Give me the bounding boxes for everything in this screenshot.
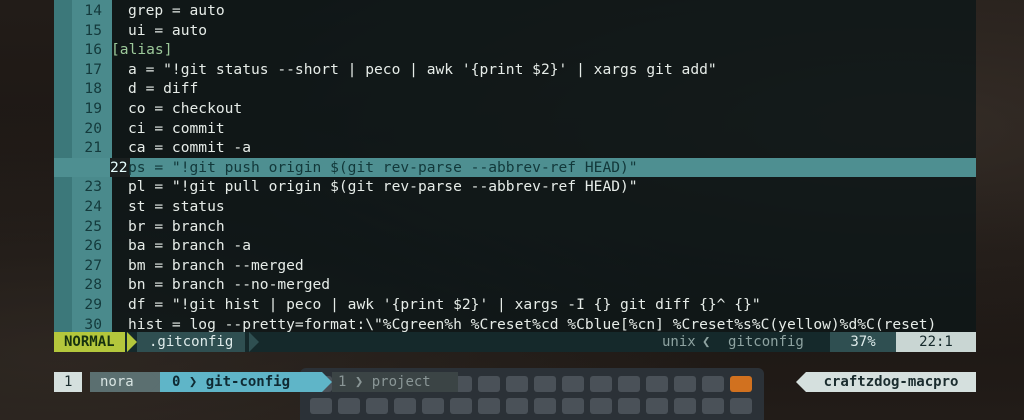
line-number: 15	[84, 21, 102, 39]
tmux-window-index: 1	[54, 372, 83, 392]
buffer-line[interactable]: 26 ba = branch -a	[54, 236, 976, 256]
buffer-line[interactable]: 20 ci = commit	[54, 119, 976, 139]
line-number: 24	[84, 198, 102, 215]
line-number: 18	[84, 80, 102, 98]
buffer-line[interactable]: 19 co = checkout	[54, 99, 976, 119]
keycap	[394, 398, 416, 414]
buffer-line[interactable]: 23 pl = "!git pull origin $(git rev-parse…	[54, 177, 976, 197]
line-number: 22	[110, 157, 130, 178]
line-number: 28	[84, 276, 102, 294]
line-text: pl = "!git pull origin $(git rev-parse -…	[128, 178, 638, 196]
tmux-active-window-name: git-config	[205, 374, 291, 390]
buffer-line[interactable]: 22 ps = "!git push origin $(git rev-parse…	[54, 157, 976, 178]
scroll-percent: 37%	[830, 332, 896, 352]
keycap	[534, 398, 556, 414]
line-text: ci = commit	[128, 119, 225, 137]
chevron-right-icon: ❯	[188, 374, 206, 390]
chevron-right-icon: ❯	[354, 374, 372, 390]
line-number: 20	[84, 119, 102, 137]
keycap	[450, 398, 472, 414]
vim-statusline: NORMAL .gitconfig unix ❮ gitconfig 37% 2…	[54, 332, 976, 352]
line-text: bn = branch --no-merged	[128, 276, 331, 294]
line-text: a = "!git status --short | peco | awk '{…	[128, 60, 717, 78]
powerline-arrow-icon	[249, 332, 259, 352]
filetype: gitconfig	[728, 334, 804, 350]
keycap	[674, 398, 696, 414]
tmux-active-window[interactable]: 0 ❯ git-config	[160, 372, 322, 392]
line-number: 19	[84, 100, 102, 117]
keycap	[366, 398, 388, 414]
line-text: br = branch	[128, 217, 225, 235]
vim-editor[interactable]: 14 grep = auto 15 ui = auto 16 [alias] 17 a = "…	[54, 0, 976, 333]
line-text: ca = commit -a	[128, 139, 252, 157]
mode-indicator: NORMAL	[54, 332, 125, 352]
keycap	[562, 398, 584, 414]
buffer-line[interactable]: 14 grep = auto	[54, 1, 976, 21]
powerline-arrow-icon	[322, 372, 332, 392]
tmux-active-window-index: 0	[172, 374, 181, 390]
line-text: ps = "!git push origin $(git rev-parse -…	[128, 158, 638, 176]
keycap	[646, 398, 668, 414]
keycap	[422, 398, 444, 414]
buffer-line[interactable]: 16 [alias]	[54, 40, 976, 60]
line-number: 25	[84, 217, 102, 235]
buffer-line[interactable]: 24 st = status	[54, 197, 976, 217]
line-number: 14	[84, 2, 102, 19]
keycap	[702, 398, 724, 414]
line-number: 23	[84, 178, 102, 196]
powerline-arrow-icon	[150, 372, 160, 392]
keycap	[590, 398, 612, 414]
line-text: co = checkout	[128, 100, 243, 117]
keycap	[338, 398, 360, 414]
tmux-inactive-window-name: project	[371, 374, 431, 390]
line-text: ui = auto	[128, 21, 208, 39]
tmux-statusbar: 1 nora 0 ❯ git-config 1 ❯ project craftz…	[54, 372, 976, 392]
buffer-line[interactable]: 17 a = "!git status --short | peco | awk …	[54, 60, 976, 80]
buffer-line[interactable]: 25 br = branch	[54, 217, 976, 237]
chevron-left-icon: ❮	[702, 334, 711, 350]
line-number: 29	[84, 296, 102, 313]
line-text: [alias]	[111, 41, 173, 59]
line-text: df = "!git hist | peco | awk '{print $2}…	[128, 296, 761, 313]
line-text: d = diff	[128, 80, 199, 98]
tmux-inactive-window[interactable]: 1 ❯ project	[332, 372, 458, 392]
filename: .gitconfig	[137, 332, 246, 352]
line-number: 16	[84, 41, 102, 59]
keycap	[618, 398, 640, 414]
line-number: 26	[84, 237, 102, 255]
line-text: bm = branch --merged	[128, 256, 304, 274]
keycap	[478, 398, 500, 414]
line-number: 17	[84, 60, 102, 78]
line-number: 27	[84, 256, 102, 274]
fileformat: unix	[662, 334, 696, 350]
keycap	[310, 398, 332, 414]
tmux-hostname: craftzdog-macpro	[806, 372, 976, 392]
keycap	[506, 398, 528, 414]
powerline-arrow-icon	[796, 372, 806, 392]
line-text: st = status	[128, 198, 225, 215]
buffer-line[interactable]: 21 ca = commit -a	[54, 138, 976, 158]
tmux-inactive-window-index: 1	[338, 374, 347, 390]
buffer-line[interactable]: 15 ui = auto	[54, 21, 976, 41]
buffer-line[interactable]: 28 bn = branch --no-merged	[54, 275, 976, 295]
powerline-arrow-icon	[127, 332, 137, 352]
buffer-line[interactable]: 18 d = diff	[54, 79, 976, 99]
line-number: 21	[84, 139, 102, 157]
cursor-position: 22:1	[896, 332, 976, 352]
line-text: grep = auto	[128, 2, 225, 19]
buffer-line[interactable]: 29 df = "!git hist | peco | awk '{print $…	[54, 295, 976, 315]
line-text: ba = branch -a	[128, 237, 252, 255]
keycap	[730, 398, 752, 414]
buffer-line[interactable]: 27 bm = branch --merged	[54, 256, 976, 276]
